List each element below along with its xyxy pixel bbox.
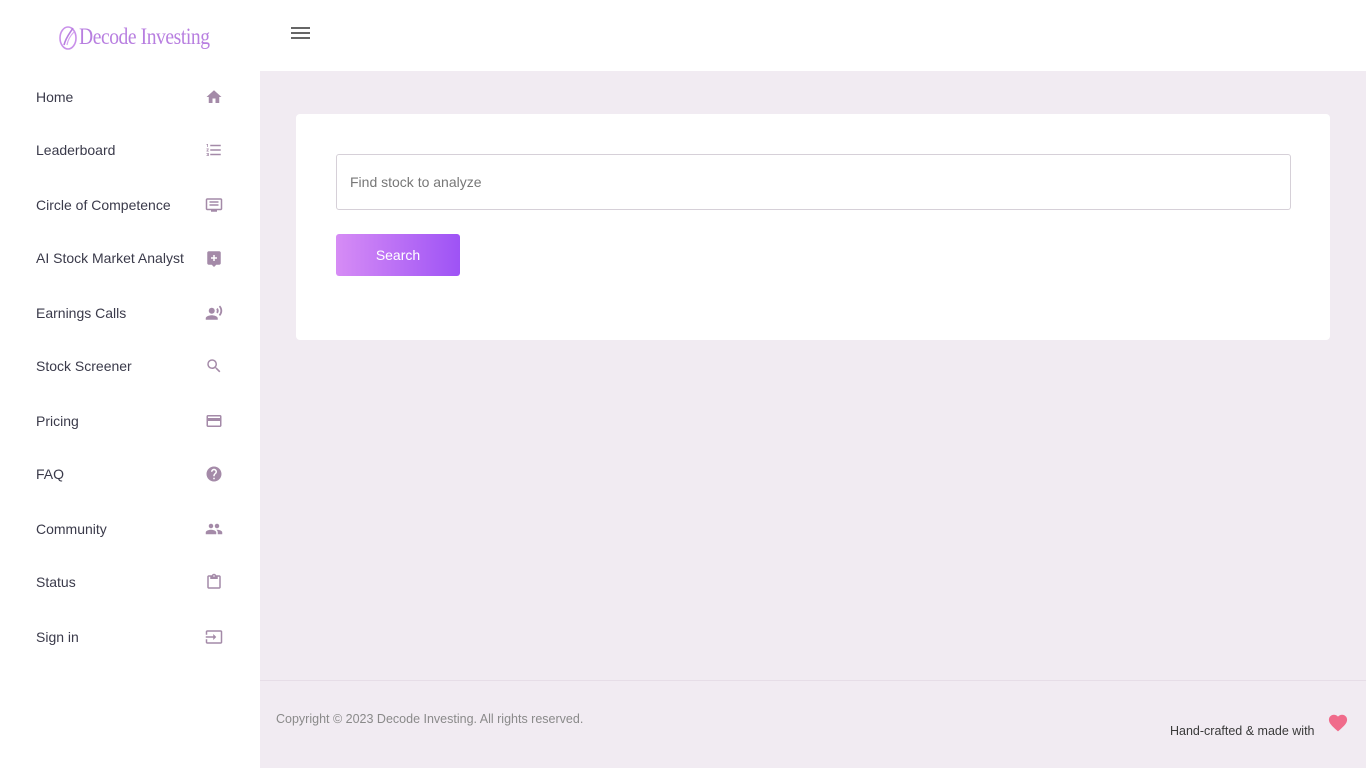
sidebar-item-label: Sign in — [36, 629, 79, 645]
sidebar-item-status[interactable]: Status — [0, 562, 260, 602]
logo-mark-icon — [59, 26, 77, 50]
sidebar-item-label: AI Stock Market Analyst — [36, 250, 184, 266]
sidebar-item-earnings-calls[interactable]: Earnings Calls — [0, 293, 260, 333]
sidebar-item-label: Home — [36, 89, 74, 105]
sidebar-item-sign-in[interactable]: Sign in — [0, 617, 260, 657]
hamburger-line — [291, 32, 310, 34]
sidebar-item-label: Circle of Competence — [36, 197, 171, 213]
sidebar-item-label: Earnings Calls — [36, 305, 127, 321]
brand-logo[interactable]: Decode Investing — [58, 20, 233, 54]
voice-person-icon — [205, 304, 223, 322]
sidebar-item-label: Stock Screener — [36, 358, 132, 374]
clipboard-icon — [205, 573, 223, 591]
brand-name: Decode Investing — [79, 24, 210, 49]
search-button[interactable]: Search — [336, 234, 460, 276]
menu-toggle-button[interactable] — [291, 24, 311, 42]
top-bar — [260, 0, 1366, 71]
main-content: Search — [260, 71, 1366, 768]
heart-icon — [1327, 712, 1349, 732]
sidebar-item-label: FAQ — [36, 466, 65, 482]
sidebar-item-label: Community — [36, 521, 107, 537]
sidebar: Decode Investing Home Leaderboard Circle… — [0, 0, 260, 768]
sidebar-item-home[interactable]: Home — [0, 77, 260, 117]
hamburger-line — [291, 37, 310, 39]
sidebar-item-label: Status — [36, 574, 76, 590]
sidebar-item-faq[interactable]: FAQ — [0, 454, 260, 494]
help-circle-icon — [205, 465, 223, 483]
copyright-text: Copyright © 2023 Decode Investing. All r… — [276, 712, 584, 726]
sidebar-item-leaderboard[interactable]: Leaderboard — [0, 130, 260, 170]
people-icon — [205, 520, 223, 538]
search-card: Search — [296, 114, 1330, 340]
chat-plus-icon — [205, 249, 223, 267]
hamburger-line — [291, 27, 310, 29]
message-box-icon — [205, 196, 223, 214]
sidebar-item-circle-of-competence[interactable]: Circle of Competence — [0, 185, 260, 225]
home-icon — [205, 88, 223, 106]
footer: Copyright © 2023 Decode Investing. All r… — [260, 680, 1366, 768]
list-numbered-icon — [205, 141, 223, 159]
credit-card-icon — [205, 412, 223, 430]
sidebar-item-pricing[interactable]: Pricing — [0, 401, 260, 441]
made-with-text: Hand-crafted & made with — [1170, 724, 1315, 738]
sidebar-item-ai-stock-market-analyst[interactable]: AI Stock Market Analyst — [0, 238, 260, 278]
sidebar-item-label: Leaderboard — [36, 142, 116, 158]
sidebar-item-community[interactable]: Community — [0, 509, 260, 549]
stock-search-input[interactable] — [336, 154, 1291, 210]
sidebar-item-label: Pricing — [36, 413, 79, 429]
sidebar-item-stock-screener[interactable]: Stock Screener — [0, 346, 260, 386]
search-icon — [205, 357, 223, 375]
login-icon — [205, 628, 223, 646]
